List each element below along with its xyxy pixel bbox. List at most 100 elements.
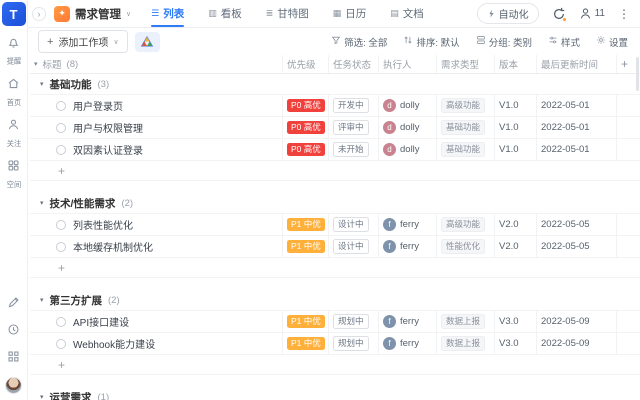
work-item-title[interactable]: 双因素认证登录 bbox=[73, 142, 143, 157]
version-cell[interactable]: V2.0 bbox=[494, 236, 536, 257]
apps-grid-icon[interactable] bbox=[7, 350, 20, 368]
work-item-title[interactable]: API接口建设 bbox=[73, 314, 129, 329]
toolbar-control-5[interactable]: 设置 bbox=[596, 35, 628, 49]
collapse-group-icon[interactable]: ▾ bbox=[40, 296, 44, 304]
status-cell[interactable]: 未开始 bbox=[328, 139, 378, 160]
row-title-cell[interactable]: 本地缓存机制优化 bbox=[30, 239, 282, 254]
work-item-title[interactable]: 列表性能优化 bbox=[73, 217, 133, 232]
work-item-title[interactable]: 本地缓存机制优化 bbox=[73, 239, 153, 254]
priority-cell[interactable]: P1 中优 bbox=[282, 311, 328, 332]
assignee-cell[interactable]: ddolly bbox=[378, 139, 436, 160]
work-item-title[interactable]: Webhook能力建设 bbox=[73, 336, 155, 351]
type-cell[interactable]: 基础功能 bbox=[436, 139, 494, 160]
priority-cell[interactable]: P0 高优 bbox=[282, 139, 328, 160]
project-switcher[interactable]: ✦ 需求管理 ∨ bbox=[54, 6, 131, 22]
priority-cell[interactable]: P1 中优 bbox=[282, 214, 328, 235]
sidebar-item-3[interactable]: 关注 bbox=[6, 118, 22, 149]
table-row[interactable]: 用户登录页P0 高优开发中ddolly高级功能V1.02022-05-01 bbox=[30, 95, 640, 117]
priority-cell[interactable]: P0 高优 bbox=[282, 95, 328, 116]
check-circle-icon[interactable] bbox=[56, 317, 66, 327]
help-clock-icon[interactable] bbox=[7, 323, 20, 341]
row-title-cell[interactable]: 用户登录页 bbox=[30, 98, 282, 113]
collapse-group-icon[interactable]: ▾ bbox=[40, 80, 44, 88]
assignee-cell[interactable]: ddolly bbox=[378, 117, 436, 138]
priority-cell[interactable]: P1 中优 bbox=[282, 236, 328, 257]
table-row[interactable]: 双因素认证登录P0 高优未开始ddolly基础功能V1.02022-05-01 bbox=[30, 139, 640, 161]
type-cell[interactable]: 高级功能 bbox=[436, 214, 494, 235]
check-circle-icon[interactable] bbox=[56, 123, 66, 133]
column-header[interactable]: 任务状态 bbox=[328, 55, 378, 73]
type-cell[interactable]: 高级功能 bbox=[436, 95, 494, 116]
sidebar-item-4[interactable]: 空间 bbox=[6, 159, 22, 190]
version-cell[interactable]: V2.0 bbox=[494, 214, 536, 235]
collapse-all-icon[interactable]: ▾ bbox=[34, 60, 38, 68]
type-cell[interactable]: 基础功能 bbox=[436, 117, 494, 138]
add-row-button[interactable]: + bbox=[30, 161, 640, 181]
type-cell[interactable]: 数据上报 bbox=[436, 333, 494, 354]
type-cell[interactable]: 数据上报 bbox=[436, 311, 494, 332]
tab-5[interactable]: ▤文档 bbox=[390, 0, 424, 27]
feedback-pen-icon[interactable] bbox=[7, 296, 20, 314]
status-cell[interactable]: 评审中 bbox=[328, 117, 378, 138]
user-avatar[interactable] bbox=[5, 377, 22, 394]
tab-3[interactable]: ≣甘特图 bbox=[266, 0, 309, 27]
sidebar-item-1[interactable]: 提醒 bbox=[6, 36, 22, 67]
status-cell[interactable]: 设计中 bbox=[328, 236, 378, 257]
assignee-cell[interactable]: fferry bbox=[378, 236, 436, 257]
version-cell[interactable]: V3.0 bbox=[494, 333, 536, 354]
group-header[interactable]: ▾基础功能(3) bbox=[30, 74, 640, 95]
collapse-group-icon[interactable]: ▾ bbox=[40, 199, 44, 207]
column-header[interactable]: 版本 bbox=[494, 55, 536, 73]
group-header[interactable]: ▾运营需求(1) bbox=[30, 387, 640, 400]
assignee-cell[interactable]: ddolly bbox=[378, 95, 436, 116]
add-work-item-button[interactable]: + 添加工作项 ∨ bbox=[38, 30, 128, 53]
priority-cell[interactable]: P1 中优 bbox=[282, 333, 328, 354]
version-cell[interactable]: V1.0 bbox=[494, 139, 536, 160]
scrollbar-thumb[interactable] bbox=[636, 57, 639, 91]
group-header[interactable]: ▾第三方扩展(2) bbox=[30, 290, 640, 311]
add-row-button[interactable]: + bbox=[30, 258, 640, 278]
column-header[interactable]: 最后更新时间 bbox=[536, 55, 616, 73]
work-item-title[interactable]: 用户登录页 bbox=[73, 98, 123, 113]
automation-button[interactable]: 自动化 bbox=[477, 3, 539, 24]
collapse-group-icon[interactable]: ▾ bbox=[40, 393, 44, 400]
check-circle-icon[interactable] bbox=[56, 339, 66, 349]
ai-assistant-button[interactable] bbox=[135, 32, 160, 52]
version-cell[interactable]: V3.0 bbox=[494, 311, 536, 332]
check-circle-icon[interactable] bbox=[56, 145, 66, 155]
priority-cell[interactable]: P0 高优 bbox=[282, 117, 328, 138]
check-circle-icon[interactable] bbox=[56, 101, 66, 111]
assignee-cell[interactable]: fferry bbox=[378, 214, 436, 235]
tab-4[interactable]: ▦日历 bbox=[333, 0, 367, 27]
toolbar-control-2[interactable]: 排序: 默认 bbox=[403, 35, 459, 49]
status-cell[interactable]: 开发中 bbox=[328, 95, 378, 116]
more-menu-icon[interactable]: ⋮ bbox=[618, 7, 630, 21]
members-button[interactable]: 11 bbox=[579, 7, 605, 20]
status-cell[interactable]: 设计中 bbox=[328, 214, 378, 235]
row-title-cell[interactable]: Webhook能力建设 bbox=[30, 336, 282, 351]
table-row[interactable]: Webhook能力建设P1 中优规划中fferry数据上报V3.02022-05… bbox=[30, 333, 640, 355]
row-title-cell[interactable]: 双因素认证登录 bbox=[30, 142, 282, 157]
status-cell[interactable]: 规划中 bbox=[328, 333, 378, 354]
assignee-cell[interactable]: fferry bbox=[378, 333, 436, 354]
table-row[interactable]: 用户与权限管理P0 高优评审中ddolly基础功能V1.02022-05-01 bbox=[30, 117, 640, 139]
version-cell[interactable]: V1.0 bbox=[494, 117, 536, 138]
table-row[interactable]: 本地缓存机制优化P1 中优设计中fferry性能优化V2.02022-05-05 bbox=[30, 236, 640, 258]
add-row-button[interactable]: + bbox=[30, 355, 640, 375]
row-title-cell[interactable]: 列表性能优化 bbox=[30, 217, 282, 232]
toolbar-control-3[interactable]: 分组: 类别 bbox=[476, 35, 532, 49]
version-cell[interactable]: V1.0 bbox=[494, 95, 536, 116]
sync-icon[interactable] bbox=[552, 7, 566, 21]
toolbar-control-4[interactable]: 样式 bbox=[548, 35, 580, 49]
assignee-cell[interactable]: fferry bbox=[378, 311, 436, 332]
column-header[interactable]: 需求类型 bbox=[436, 55, 494, 73]
table-row[interactable]: API接口建设P1 中优规划中fferry数据上报V3.02022-05-09 bbox=[30, 311, 640, 333]
tab-2[interactable]: ▥看板 bbox=[208, 0, 242, 27]
column-header[interactable]: 执行人 bbox=[378, 55, 436, 73]
row-title-cell[interactable]: API接口建设 bbox=[30, 314, 282, 329]
app-logo[interactable]: T bbox=[2, 2, 26, 26]
row-title-cell[interactable]: 用户与权限管理 bbox=[30, 120, 282, 135]
status-cell[interactable]: 规划中 bbox=[328, 311, 378, 332]
check-circle-icon[interactable] bbox=[56, 242, 66, 252]
sidebar-item-2[interactable]: 首页 bbox=[6, 77, 22, 108]
